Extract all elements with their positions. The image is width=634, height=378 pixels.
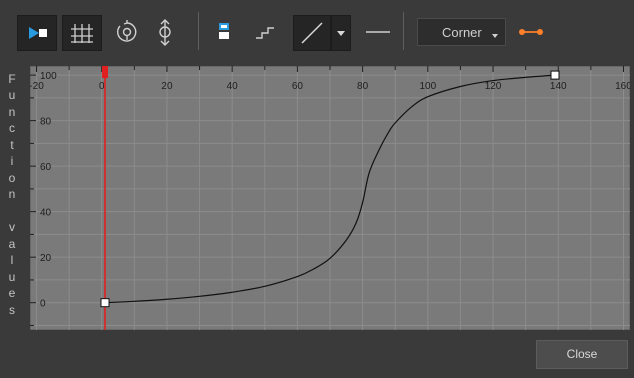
grid-toggle-icon[interactable] (62, 15, 102, 51)
y-axis-title-letter: c (9, 121, 15, 136)
rotate-key-icon[interactable] (111, 15, 143, 51)
y-axis-title-letter: F (8, 71, 16, 86)
y-axis-title-letter: u (8, 88, 16, 103)
y-axis-title-letter: v (9, 220, 15, 235)
y-tick-label: 80 (40, 117, 52, 128)
y-axis-title-letter: l (10, 253, 14, 268)
x-tick-label: 100 (419, 81, 436, 92)
y-axis-title-letter: n (8, 104, 16, 119)
x-tick-label: 140 (550, 81, 567, 92)
x-tick-label: 40 (227, 81, 239, 92)
x-tick-label: -20 (30, 81, 44, 92)
toolbar: Corner (0, 0, 634, 62)
keyframe-point[interactable] (550, 70, 560, 80)
x-tick-label: 60 (292, 81, 304, 92)
x-tick-label: 20 (161, 81, 173, 92)
interpolation-label: Corner (442, 25, 482, 40)
y-axis-title-letter: o (8, 170, 16, 185)
chain-link-icon[interactable] (516, 22, 546, 42)
x-tick-label: 0 (99, 81, 105, 92)
y-axis-title-letter: s (9, 302, 15, 317)
toolbar-separator (198, 12, 199, 50)
x-tick-label: 120 (485, 81, 502, 92)
y-tick-label: 100 (40, 71, 57, 82)
play-key-icon[interactable] (17, 15, 57, 51)
y-axis-title-letter: t (10, 137, 14, 152)
y-tick-label: 60 (40, 162, 52, 173)
playhead-handle (102, 66, 108, 78)
x-tick-label: 80 (357, 81, 369, 92)
function-editor-window: Corner Function values -20 0 20 40 60 80 100 12… (0, 0, 634, 378)
y-tick-label: 0 (40, 299, 46, 310)
y-axis-title-letter: u (8, 269, 16, 284)
y-tick-label: 20 (40, 253, 52, 264)
constant-icon[interactable] (363, 20, 393, 44)
x-tick-label: 160 (615, 81, 630, 92)
stepped-icon[interactable] (253, 20, 279, 44)
y-tick-label: 40 (40, 208, 52, 219)
y-axis-title-letter: n (8, 187, 16, 202)
y-axis-title-letter: e (8, 286, 16, 301)
dropdown-arrow-icon[interactable] (331, 15, 351, 51)
y-axis-title-letter: a (8, 236, 16, 251)
linear-icon[interactable] (293, 15, 331, 51)
align-key-icon[interactable] (150, 15, 180, 51)
keyframe-point[interactable] (100, 298, 110, 308)
smooth-key-icon[interactable] (214, 17, 236, 47)
chevron-down-icon (492, 34, 498, 38)
function-graph[interactable]: -20 0 20 40 60 80 100 120 140 160 0 20 40 60 80 100 (30, 66, 630, 330)
close-button[interactable]: Close (536, 340, 628, 369)
toolbar-separator (403, 12, 404, 50)
interpolation-dropdown[interactable]: Corner (417, 18, 506, 46)
y-axis-title: Function values (4, 66, 20, 330)
y-axis-title-letter: i (10, 154, 14, 169)
